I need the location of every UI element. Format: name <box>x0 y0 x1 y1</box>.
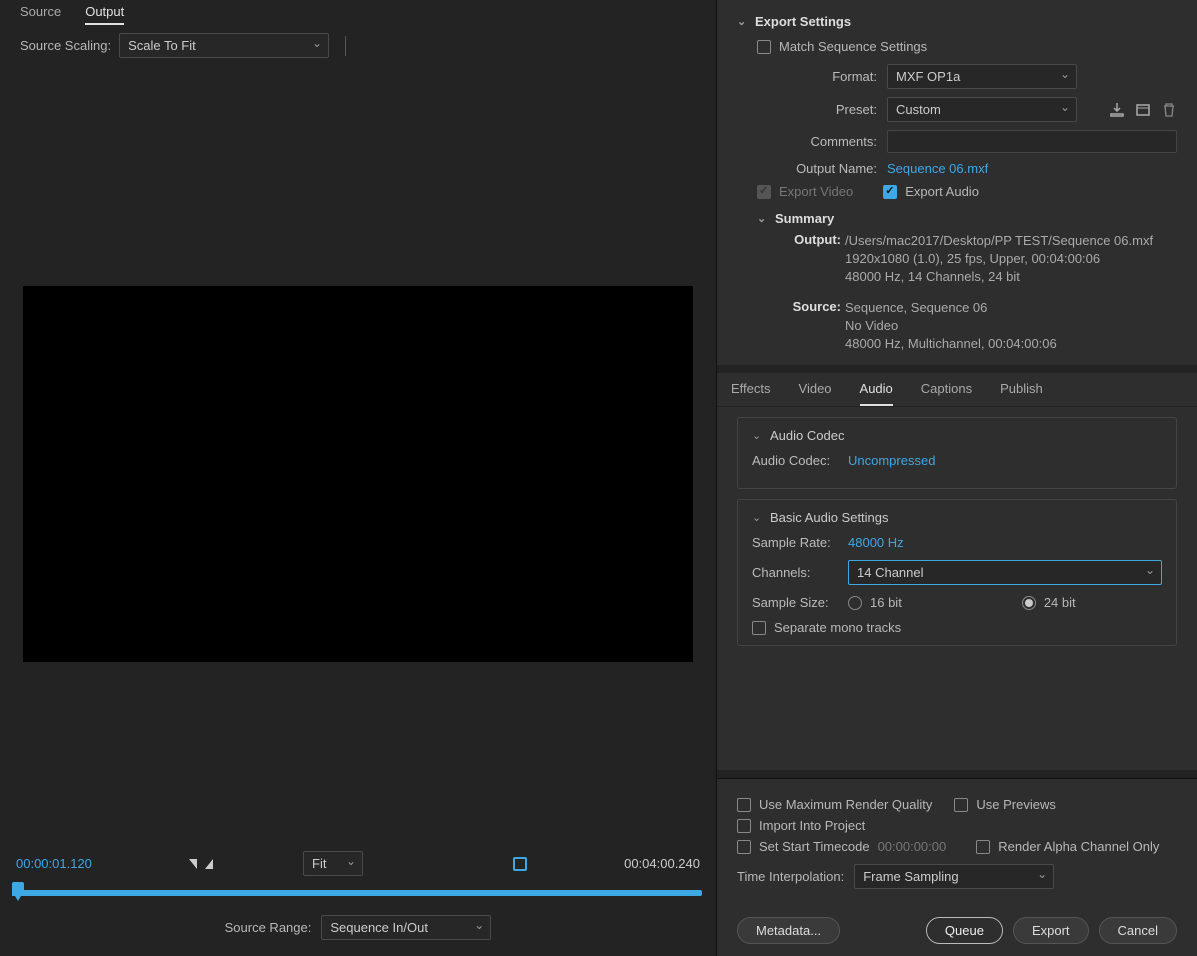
mark-out-icon[interactable] <box>205 859 213 869</box>
separate-mono-checkbox[interactable] <box>752 621 766 635</box>
tab-output[interactable]: Output <box>85 0 124 25</box>
sample-rate-label: Sample Rate: <box>752 535 838 550</box>
export-audio-label: Export Audio <box>905 184 979 199</box>
crop-icon[interactable] <box>513 857 527 871</box>
tab-video[interactable]: Video <box>799 373 832 406</box>
basic-audio-title: Basic Audio Settings <box>770 510 889 525</box>
zoom-fit-select[interactable]: Fit <box>303 851 363 876</box>
divider <box>345 36 346 56</box>
comments-input[interactable] <box>887 130 1177 153</box>
timecode-duration: 00:04:00.240 <box>624 856 700 871</box>
render-alpha-checkbox[interactable] <box>976 840 990 854</box>
channels-select[interactable]: 14 Channel <box>848 560 1162 585</box>
output-name-label: Output Name: <box>777 161 877 176</box>
sample-size-label: Sample Size: <box>752 595 838 610</box>
sample-size-24-radio[interactable] <box>1022 596 1036 610</box>
preview-viewport <box>23 286 693 662</box>
import-preset-icon[interactable] <box>1135 102 1151 118</box>
format-label: Format: <box>777 69 877 84</box>
time-interp-select[interactable]: Frame Sampling <box>854 864 1054 889</box>
source-range-label: Source Range: <box>225 920 312 935</box>
summary-output-value: /Users/mac2017/Desktop/PP TEST/Sequence … <box>845 232 1177 287</box>
separate-mono-label: Separate mono tracks <box>774 620 901 635</box>
mark-in-icon[interactable] <box>189 859 197 869</box>
sample-size-16-radio[interactable] <box>848 596 862 610</box>
use-previews-checkbox[interactable] <box>954 798 968 812</box>
set-start-tc-checkbox[interactable] <box>737 840 751 854</box>
source-scaling-select[interactable]: Scale To Fit <box>119 33 329 58</box>
format-select[interactable]: MXF OP1a <box>887 64 1077 89</box>
export-audio-checkbox[interactable] <box>883 185 897 199</box>
chevron-down-icon[interactable]: ⌄ <box>737 15 747 28</box>
sample-rate-value[interactable]: 48000 Hz <box>848 535 1162 550</box>
timeline[interactable] <box>14 890 702 896</box>
queue-button[interactable]: Queue <box>926 917 1003 944</box>
start-tc-value: 00:00:00:00 <box>878 839 947 854</box>
basic-audio-panel: ⌄ Basic Audio Settings Sample Rate: 48000… <box>737 499 1177 646</box>
trash-icon[interactable] <box>1161 102 1177 118</box>
preset-select[interactable]: Custom <box>887 97 1077 122</box>
cancel-button[interactable]: Cancel <box>1099 917 1177 944</box>
sample-size-24-label: 24 bit <box>1044 595 1076 610</box>
output-name-link[interactable]: Sequence 06.mxf <box>887 161 1177 176</box>
chevron-down-icon[interactable]: ⌄ <box>757 212 767 225</box>
timecode-current[interactable]: 00:00:01.120 <box>16 856 92 871</box>
audio-codec-value[interactable]: Uncompressed <box>848 453 1162 468</box>
use-max-render-checkbox[interactable] <box>737 798 751 812</box>
export-button[interactable]: Export <box>1013 917 1089 944</box>
set-start-tc-label: Set Start Timecode <box>759 839 870 854</box>
chevron-down-icon[interactable]: ⌄ <box>752 429 762 442</box>
export-video-label: Export Video <box>779 184 853 199</box>
time-interp-label: Time Interpolation: <box>737 869 844 884</box>
import-into-project-label: Import Into Project <box>759 818 865 833</box>
match-sequence-label: Match Sequence Settings <box>779 39 927 54</box>
source-scaling-label: Source Scaling: <box>20 38 111 53</box>
summary-source-value: Sequence, Sequence 06No Video48000 Hz, M… <box>845 299 1177 354</box>
audio-codec-title: Audio Codec <box>770 428 844 443</box>
use-max-render-label: Use Maximum Render Quality <box>759 797 932 812</box>
tab-source[interactable]: Source <box>20 0 61 25</box>
tab-captions[interactable]: Captions <box>921 373 972 406</box>
sample-size-16-label: 16 bit <box>870 595 902 610</box>
preset-label: Preset: <box>777 102 877 117</box>
export-settings-title: Export Settings <box>755 14 851 29</box>
comments-label: Comments: <box>777 134 877 149</box>
summary-title: Summary <box>775 211 834 226</box>
metadata-button[interactable]: Metadata... <box>737 917 840 944</box>
use-previews-label: Use Previews <box>976 797 1055 812</box>
tab-publish[interactable]: Publish <box>1000 373 1043 406</box>
match-sequence-checkbox[interactable] <box>757 40 771 54</box>
chevron-down-icon[interactable]: ⌄ <box>752 511 762 524</box>
summary-output-label: Output: <box>781 232 841 287</box>
channels-label: Channels: <box>752 565 838 580</box>
save-preset-icon[interactable] <box>1109 102 1125 118</box>
render-alpha-label: Render Alpha Channel Only <box>998 839 1159 854</box>
audio-codec-panel: ⌄ Audio Codec Audio Codec: Uncompressed <box>737 417 1177 489</box>
source-range-select[interactable]: Sequence In/Out <box>321 915 491 940</box>
tab-audio[interactable]: Audio <box>860 373 893 406</box>
import-into-project-checkbox[interactable] <box>737 819 751 833</box>
summary-source-label: Source: <box>781 299 841 354</box>
export-video-checkbox <box>757 185 771 199</box>
audio-codec-label: Audio Codec: <box>752 453 838 468</box>
tab-effects[interactable]: Effects <box>731 373 771 406</box>
